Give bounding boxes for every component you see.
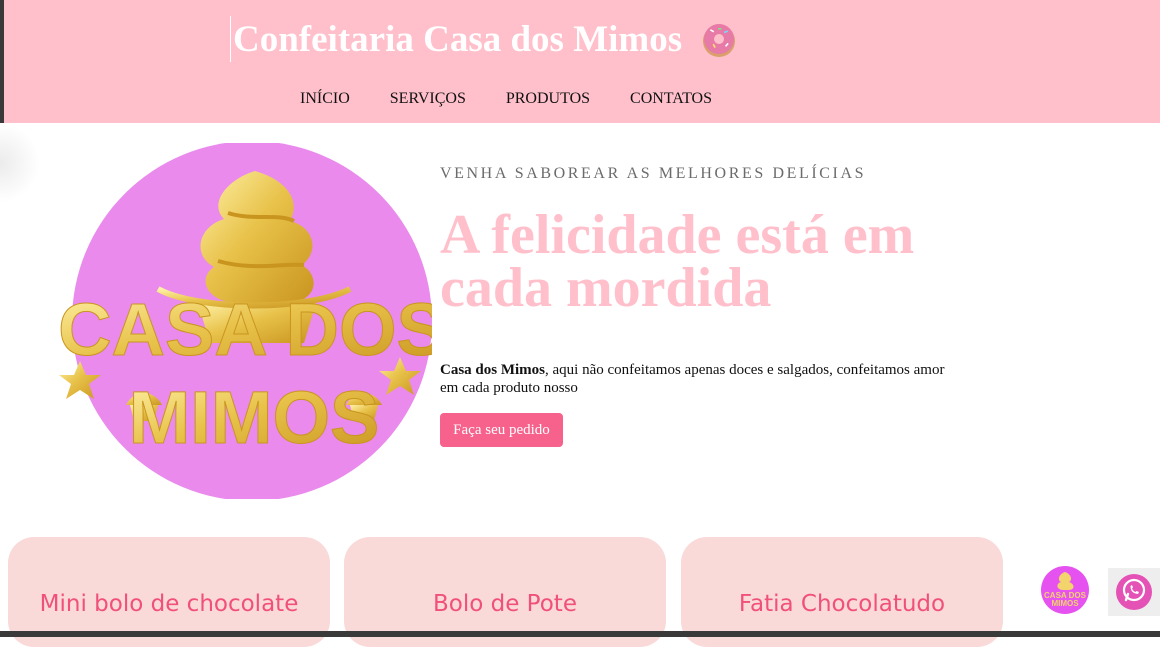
logo-text-line1: CASA DOS [58,288,432,371]
window-bottom-edge [0,631,1160,637]
hero-logo: CASA DOS MIMOS [58,141,446,501]
site-header: Confeitaria Casa dos Mimos INÍCIO SERVIÇ… [0,0,1160,123]
brand[interactable]: Confeitaria Casa dos Mimos [230,16,738,62]
hero-description: Casa dos Mimos, aqui não confeitamos ape… [440,361,960,397]
whatsapp-icon [1121,577,1147,608]
product-title: Bolo de Pote [433,591,577,617]
whatsapp-button[interactable] [1116,574,1152,610]
product-title: Mini bolo de chocolate [39,591,299,617]
hero-headline: A felicidade está em cada mordida [440,204,915,319]
hero-text: VENHA SABOREAR AS MELHORES DELÍCIAS A fe… [440,165,1000,319]
logo-text-line2: MIMOS [129,376,380,459]
site-title[interactable]: Confeitaria Casa dos Mimos [231,18,682,61]
hero-eyebrow: VENHA SABOREAR AS MELHORES DELÍCIAS [440,165,867,182]
product-title: Fatia Chocolatudo [738,591,946,617]
main-nav: INÍCIO SERVIÇOS PRODUTOS CONTATOS [300,90,752,108]
donut-icon [700,20,738,58]
order-button[interactable]: Faça seu pedido [440,413,563,447]
mini-logo-text2: MIMOS [1051,599,1079,608]
nav-produtos[interactable]: PRODUTOS [506,90,590,108]
nav-contatos[interactable]: CONTATOS [630,90,712,108]
edge-shadow [0,123,40,203]
description-brand: Casa dos Mimos [440,362,546,378]
mini-logo-badge[interactable]: CASA DOS MIMOS [1041,566,1089,614]
window-edge [0,0,4,123]
nav-inicio[interactable]: INÍCIO [300,90,350,108]
nav-servicos[interactable]: SERVIÇOS [390,90,466,108]
